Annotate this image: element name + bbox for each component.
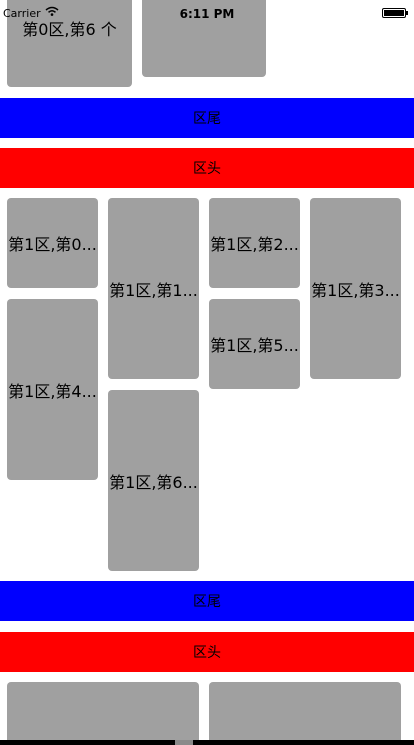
battery-icon	[382, 8, 408, 18]
footer-label: 区尾	[193, 594, 221, 610]
section1-cell-5[interactable]: 第1区,第5...	[209, 299, 300, 389]
header-label: 区头	[193, 645, 221, 661]
section1-cell-6[interactable]: 第1区,第6...	[108, 390, 199, 571]
status-time: 6:11 PM	[179, 7, 235, 21]
header-label: 区头	[193, 161, 221, 177]
cell-label: 第1区,第3...	[311, 280, 400, 300]
section1-cell-3[interactable]: 第1区,第3...	[310, 198, 401, 379]
cell-label: 第1区,第2...	[210, 235, 299, 254]
bottom-edge	[0, 740, 414, 745]
section1-cell-2[interactable]: 第1区,第2...	[209, 198, 300, 288]
section1-cell-1[interactable]: 第1区,第1...	[108, 198, 199, 379]
footer-label: 区尾	[193, 111, 221, 127]
section1-cell-4[interactable]: 第1区,第4...	[7, 299, 98, 480]
cell-label: 第1区,第4...	[8, 381, 97, 401]
cell-label: 第1区,第1...	[109, 280, 198, 300]
cell-label: 第1区,第0...	[8, 235, 97, 254]
section-footer: 区尾	[0, 581, 414, 621]
section1-cell-0[interactable]: 第1区,第0...	[7, 198, 98, 288]
section2-cell-1[interactable]	[209, 682, 401, 745]
section-header: 区头	[0, 632, 414, 672]
cell-label: 第1区,第5...	[210, 336, 299, 355]
section2-cell-0[interactable]	[7, 682, 199, 745]
section-footer: 区尾	[0, 98, 414, 138]
status-bar: Carrier 6:11 PM	[0, 0, 414, 22]
section-header: 区头	[0, 148, 414, 188]
cell-label: 第1区,第6...	[109, 472, 198, 492]
